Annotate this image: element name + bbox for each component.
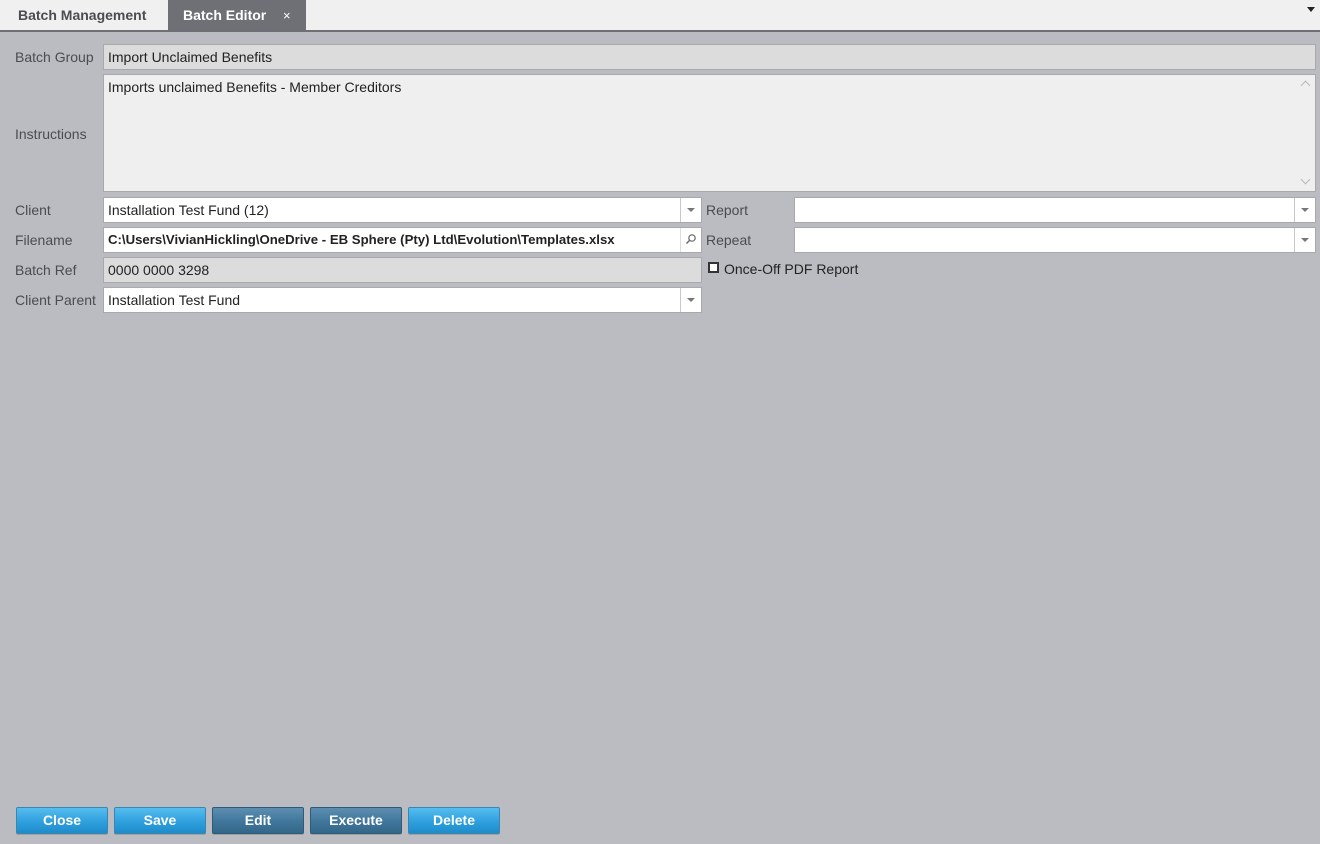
instructions-textarea[interactable]: Imports unclaimed Benefits - Member Cred… xyxy=(103,74,1316,192)
repeat-label: Repeat xyxy=(706,232,752,248)
save-button[interactable]: Save xyxy=(114,807,206,834)
once-off-pdf-label[interactable]: Once-Off PDF Report xyxy=(724,256,858,282)
batch-group-field: Import Unclaimed Benefits xyxy=(103,44,1316,70)
filename-input[interactable]: C:\Users\VivianHickling\OneDrive - EB Sp… xyxy=(103,227,702,253)
chevron-down-icon[interactable] xyxy=(680,288,701,312)
tab-bar: Batch Management Batch Editor × xyxy=(0,0,1320,32)
instructions-text: Imports unclaimed Benefits - Member Cred… xyxy=(108,79,402,95)
edit-button[interactable]: Edit xyxy=(212,807,304,834)
batch-ref-label: Batch Ref xyxy=(15,262,77,278)
close-icon[interactable]: × xyxy=(283,0,291,31)
client-value: Installation Test Fund (12) xyxy=(108,202,269,218)
delete-button[interactable]: Delete xyxy=(408,807,500,834)
chevron-down-icon[interactable] xyxy=(680,198,701,222)
instructions-label: Instructions xyxy=(15,126,87,142)
client-label: Client xyxy=(15,202,51,218)
search-icon[interactable] xyxy=(680,228,701,252)
tab-label: Batch Management xyxy=(18,7,147,23)
scroll-down-icon[interactable] xyxy=(1300,174,1311,185)
chevron-down-icon[interactable] xyxy=(1294,228,1315,252)
tab-label: Batch Editor xyxy=(183,7,267,23)
client-parent-label: Client Parent xyxy=(15,292,96,308)
repeat-select[interactable] xyxy=(794,227,1316,253)
batch-group-label: Batch Group xyxy=(15,49,94,65)
batch-editor-panel: Batch Group Import Unclaimed Benefits In… xyxy=(3,32,1320,844)
report-label: Report xyxy=(706,202,749,218)
instructions-scrollbar[interactable] xyxy=(1297,76,1314,190)
chevron-down-icon[interactable] xyxy=(1294,198,1315,222)
report-select[interactable] xyxy=(794,197,1316,223)
execute-button[interactable]: Execute xyxy=(310,807,402,834)
client-select[interactable]: Installation Test Fund (12) xyxy=(103,197,702,223)
filename-label: Filename xyxy=(15,232,73,248)
tab-batch-management[interactable]: Batch Management xyxy=(0,0,168,30)
filename-value: C:\Users\VivianHickling\OneDrive - EB Sp… xyxy=(108,232,615,247)
once-off-pdf-checkbox[interactable] xyxy=(708,262,719,273)
client-parent-select[interactable]: Installation Test Fund xyxy=(103,287,702,313)
close-button[interactable]: Close xyxy=(16,807,108,834)
tab-batch-editor[interactable]: Batch Editor × xyxy=(168,0,306,30)
scroll-up-icon[interactable] xyxy=(1300,80,1311,91)
client-parent-value: Installation Test Fund xyxy=(108,292,241,308)
batch-ref-field: 0000 0000 3298 xyxy=(103,257,702,283)
chevron-down-icon[interactable] xyxy=(1307,7,1315,12)
